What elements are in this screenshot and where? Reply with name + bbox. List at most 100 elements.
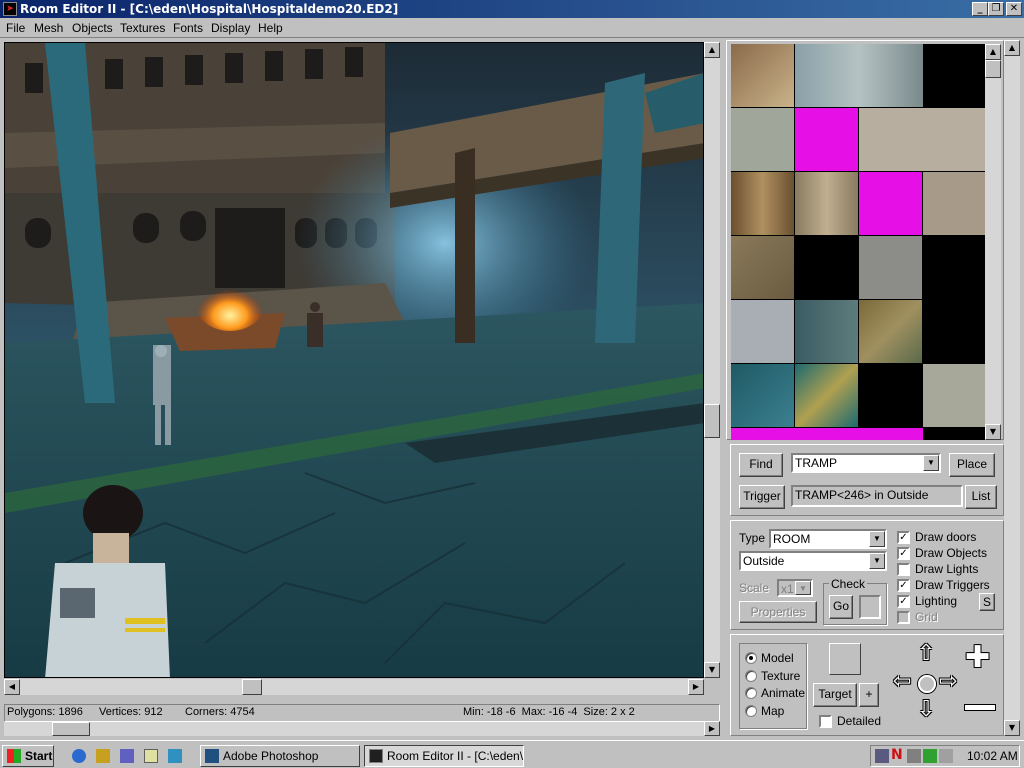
texture-tile[interactable] bbox=[859, 236, 922, 299]
panel-scroll-up-button[interactable]: ▲ bbox=[1004, 40, 1020, 56]
place-button[interactable]: Place bbox=[949, 453, 995, 477]
status-scroll-right-button[interactable]: ▶ bbox=[704, 721, 720, 736]
3d-viewport[interactable] bbox=[4, 42, 704, 678]
palette-scroll-up-button[interactable]: ▲ bbox=[985, 44, 1001, 60]
chevron-down-icon[interactable]: ▼ bbox=[923, 455, 939, 471]
room-combobox[interactable]: Outside ▼ bbox=[739, 551, 887, 571]
viewport-vertical-scrollbar[interactable]: ▲ ▼ bbox=[704, 42, 720, 678]
find-button[interactable]: Find bbox=[739, 453, 783, 477]
texture-tile[interactable] bbox=[923, 364, 985, 427]
ie-icon[interactable] bbox=[72, 749, 86, 763]
texture-palette[interactable] bbox=[731, 44, 985, 440]
texture-tile[interactable] bbox=[731, 364, 794, 427]
menu-help[interactable]: Help bbox=[258, 21, 283, 35]
texture-tile[interactable] bbox=[731, 108, 794, 171]
texture-tile[interactable] bbox=[795, 108, 858, 171]
menu-file[interactable]: File bbox=[6, 21, 25, 35]
center-icon[interactable] bbox=[918, 675, 936, 693]
close-button[interactable]: ✕ bbox=[1006, 2, 1022, 16]
zoom-in-icon[interactable]: ✚ bbox=[965, 643, 990, 673]
zoom-out-icon[interactable] bbox=[965, 705, 995, 710]
panel-scroll-down-button[interactable]: ▼ bbox=[1004, 720, 1020, 736]
chevron-down-icon[interactable]: ▼ bbox=[869, 553, 885, 569]
draw-triggers-checkbox[interactable]: ✓ bbox=[897, 579, 910, 592]
menu-fonts[interactable]: Fonts bbox=[173, 21, 203, 35]
task-room-editor[interactable]: Room Editor II - [C:\eden\... bbox=[364, 745, 524, 767]
detailed-checkbox[interactable] bbox=[819, 715, 832, 728]
trigger-button[interactable]: Trigger bbox=[739, 485, 785, 509]
quicklaunch-icon[interactable] bbox=[96, 749, 110, 763]
map-radio[interactable] bbox=[745, 705, 757, 717]
preview-swatch[interactable] bbox=[829, 643, 861, 675]
search-combobox[interactable]: TRAMP ▼ bbox=[791, 453, 941, 473]
list-button[interactable]: List bbox=[965, 485, 997, 509]
scroll-up-button[interactable]: ▲ bbox=[704, 42, 720, 58]
tray-volume-icon[interactable] bbox=[939, 749, 953, 763]
scroll-right-button[interactable]: ▶ bbox=[688, 679, 704, 695]
horizontal-scroll-thumb[interactable] bbox=[242, 679, 262, 695]
lighting-settings-button[interactable]: S bbox=[979, 593, 995, 611]
palette-scroll-thumb[interactable] bbox=[985, 60, 1001, 78]
texture-radio[interactable] bbox=[745, 670, 757, 682]
tray-app-icon[interactable] bbox=[923, 749, 937, 763]
vertical-scroll-thumb[interactable] bbox=[704, 404, 720, 438]
arrow-up-icon[interactable]: ⇧ bbox=[917, 643, 935, 665]
maximize-button[interactable]: ❐ bbox=[988, 2, 1004, 16]
menu-mesh[interactable]: Mesh bbox=[34, 21, 63, 35]
viewport-horizontal-scrollbar[interactable]: ◀ ▶ bbox=[4, 679, 704, 695]
menu-textures[interactable]: Textures bbox=[120, 21, 165, 35]
texture-tile[interactable] bbox=[731, 428, 859, 440]
start-button[interactable]: Start bbox=[2, 745, 54, 767]
texture-tile[interactable] bbox=[795, 300, 858, 363]
texture-tile[interactable] bbox=[731, 236, 794, 299]
arrow-right-icon[interactable]: ⇨ bbox=[939, 671, 957, 693]
desktop-icon[interactable] bbox=[120, 749, 134, 763]
status-scroll-thumb[interactable] bbox=[52, 722, 90, 736]
target-plus-button[interactable]: + bbox=[859, 683, 879, 707]
texture-tile[interactable] bbox=[795, 364, 858, 427]
texture-tile[interactable] bbox=[859, 172, 922, 235]
minimize-button[interactable]: _ bbox=[972, 2, 988, 16]
chevron-down-icon[interactable]: ▼ bbox=[869, 531, 885, 547]
texture-tile[interactable] bbox=[795, 172, 858, 235]
texture-tile[interactable] bbox=[859, 300, 922, 363]
lighting-checkbox[interactable]: ✓ bbox=[897, 595, 910, 608]
go-button[interactable]: Go bbox=[829, 595, 853, 619]
title-bar[interactable]: ➤ Room Editor II - [C:\eden\Hospital\Hos… bbox=[0, 0, 1024, 18]
menu-display[interactable]: Display bbox=[211, 21, 250, 35]
target-button[interactable]: Target bbox=[813, 683, 857, 707]
task-photoshop[interactable]: Adobe Photoshop bbox=[200, 745, 360, 767]
properties-button[interactable]: Properties bbox=[739, 601, 817, 623]
media-icon[interactable] bbox=[168, 749, 182, 763]
texture-tile[interactable] bbox=[731, 300, 794, 363]
tray-monitor-icon[interactable] bbox=[907, 749, 921, 763]
arrow-down-icon[interactable]: ⇩ bbox=[917, 699, 935, 721]
draw-doors-checkbox[interactable]: ✓ bbox=[897, 531, 910, 544]
texture-tile[interactable] bbox=[923, 172, 985, 235]
chevron-down-icon[interactable]: ▼ bbox=[795, 581, 811, 595]
draw-lights-checkbox[interactable] bbox=[897, 563, 910, 576]
arrow-left-icon[interactable]: ⇦ bbox=[893, 671, 911, 693]
grid-checkbox[interactable] bbox=[897, 611, 910, 624]
clock[interactable]: 10:02 AM bbox=[967, 749, 1018, 763]
scroll-down-button[interactable]: ▼ bbox=[704, 662, 720, 678]
notepad-icon[interactable] bbox=[144, 749, 158, 763]
app-icon[interactable]: ➤ bbox=[3, 2, 17, 16]
texture-tile[interactable] bbox=[731, 172, 794, 235]
texture-tile[interactable] bbox=[731, 44, 794, 107]
scroll-left-button[interactable]: ◀ bbox=[4, 679, 20, 695]
texture-tile[interactable] bbox=[795, 44, 923, 107]
type-combobox[interactable]: ROOM ▼ bbox=[769, 529, 887, 549]
status-horizontal-scrollbar[interactable]: ▶ bbox=[4, 721, 720, 736]
animate-radio[interactable] bbox=[745, 687, 757, 699]
texture-tile[interactable] bbox=[859, 428, 923, 440]
texture-tile[interactable] bbox=[859, 108, 985, 171]
model-radio[interactable] bbox=[745, 652, 757, 664]
draw-objects-checkbox[interactable]: ✓ bbox=[897, 547, 910, 560]
palette-scroll-down-button[interactable]: ▼ bbox=[985, 424, 1001, 440]
panel-scrollbar[interactable]: ▲ ▼ bbox=[1004, 40, 1020, 736]
tray-norton-icon[interactable]: N bbox=[891, 747, 903, 763]
palette-scrollbar[interactable]: ▲ ▼ bbox=[985, 44, 1001, 440]
tray-network-icon[interactable] bbox=[875, 749, 889, 763]
scale-combobox[interactable]: x1 ▼ bbox=[777, 579, 813, 597]
